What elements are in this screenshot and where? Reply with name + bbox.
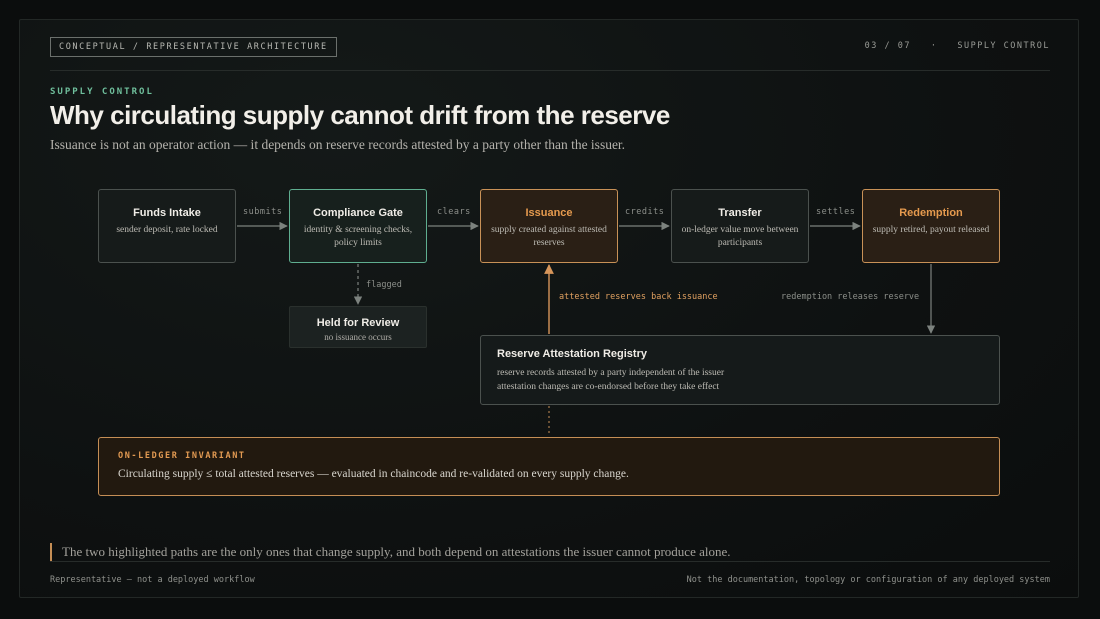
registry-description: reserve records attested by a party inde… bbox=[497, 366, 983, 394]
reserve-attestation-registry: Reserve Attestation Registry reserve rec… bbox=[480, 335, 1000, 405]
edge-label-submits: submits bbox=[243, 207, 283, 217]
footer-left: Representative — not a deployed workflow bbox=[50, 575, 255, 585]
node-description: supply retired, payout released bbox=[872, 225, 990, 235]
node-transfer: Transfer on-ledger value move between pa… bbox=[671, 189, 809, 263]
node-title: Compliance Gate bbox=[313, 207, 403, 219]
node-title: Funds Intake bbox=[133, 207, 201, 219]
node-description: on-ledger value move between participant… bbox=[681, 225, 799, 248]
registry-title: Reserve Attestation Registry bbox=[497, 348, 647, 360]
redemption-reserve-label: redemption releases reserve bbox=[781, 292, 920, 302]
attested-reserves-label: attested reserves back issuance bbox=[559, 292, 718, 302]
footer-right: Not the documentation, topology or confi… bbox=[686, 575, 1050, 585]
node-description: sender deposit, rate locked bbox=[116, 225, 218, 235]
invariant-text: Circulating supply ≤ total attested rese… bbox=[118, 468, 629, 480]
edge-label-settles: settles bbox=[816, 207, 856, 217]
node-funds-intake: Funds Intake sender deposit, rate locked bbox=[98, 189, 236, 263]
edge-label-clears: clears bbox=[437, 207, 471, 217]
node-title: Transfer bbox=[718, 207, 762, 219]
node-description: identity & screening checks, policy limi… bbox=[303, 225, 413, 248]
footer-divider bbox=[50, 561, 1050, 562]
node-description: supply created against attested reserves bbox=[491, 225, 607, 248]
node-title: Redemption bbox=[899, 207, 963, 219]
node-title: Held for Review bbox=[316, 317, 400, 329]
flagged-label: flagged bbox=[366, 280, 402, 290]
node-title: Issuance bbox=[525, 207, 573, 219]
invariant-callout: ON-LEDGER INVARIANT Circulating supply ≤… bbox=[98, 437, 1000, 496]
invariant-label: ON-LEDGER INVARIANT bbox=[118, 451, 246, 461]
node-description: no issuance occurs bbox=[324, 332, 392, 342]
registry-line-1: reserve records attested by a party inde… bbox=[497, 368, 725, 378]
node-compliance-gate: Compliance Gate identity & screening che… bbox=[289, 189, 427, 263]
edge-label-credits: credits bbox=[625, 207, 665, 217]
flow-connectors bbox=[237, 221, 936, 436]
node-held-for-review: Held for Review no issuance occurs bbox=[289, 306, 427, 348]
node-redemption: Redemption supply retired, payout releas… bbox=[862, 189, 1000, 263]
registry-line-2: attestation changes are co-endorsed befo… bbox=[497, 382, 720, 392]
footnote-highlight: The two highlighted paths are the only o… bbox=[50, 543, 730, 561]
node-issuance: Issuance supply created against attested… bbox=[480, 189, 618, 263]
